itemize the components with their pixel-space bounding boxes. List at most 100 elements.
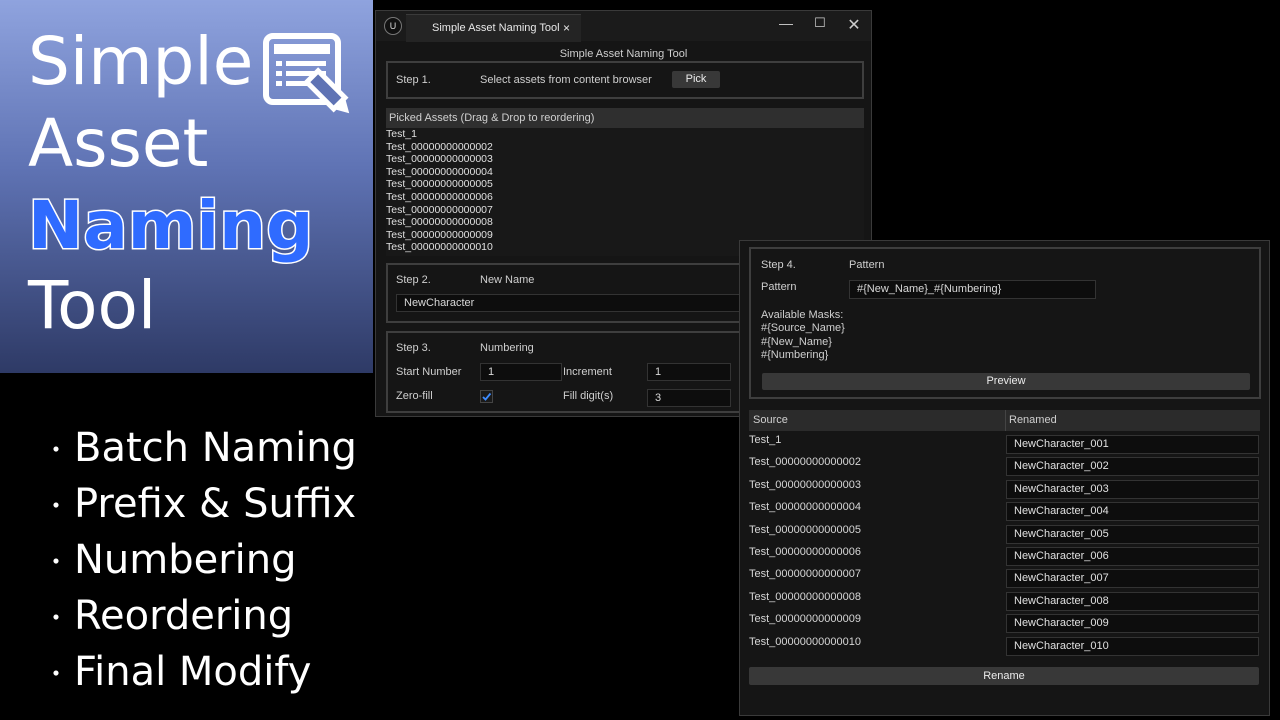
- masks-title: Available Masks:: [761, 309, 844, 321]
- picked-assets-header: Picked Assets (Drag & Drop to reordering…: [386, 108, 864, 128]
- tab-label: Simple Asset Naming Tool: [432, 22, 560, 34]
- bullet: ・: [44, 492, 68, 520]
- rename-button[interactable]: Rename: [749, 667, 1259, 685]
- feature-label: Final Modify: [74, 649, 312, 695]
- step1-label: Step 1.: [396, 74, 431, 86]
- step1-instruction: Select assets from content browser: [480, 74, 652, 86]
- step4-title: Pattern: [849, 259, 885, 271]
- pattern-label: Pattern: [761, 281, 797, 293]
- list-item[interactable]: Test_1: [386, 128, 864, 141]
- rename-table: Test_1 NewCharacter_001 Test_000000000000…: [749, 431, 1260, 657]
- step4-section: Step 4. Pattern Pattern #{New_Name}_#{Nu…: [749, 247, 1261, 399]
- feature-label: Reordering: [74, 593, 294, 639]
- table-row: Test_00000000000004 NewCharacter_004: [749, 498, 1260, 522]
- renamed-input[interactable]: NewCharacter_007: [1006, 569, 1259, 589]
- feature-list: ・ Batch Naming ・ Prefix & Suffix ・ Numberin…: [44, 422, 357, 702]
- promo-title-line-1: Simple: [28, 23, 254, 100]
- source-cell: Test_00000000000008: [749, 590, 861, 603]
- list-item[interactable]: Test_00000000000007: [386, 204, 864, 217]
- renamed-column-header[interactable]: Renamed: [1009, 414, 1057, 426]
- start-number-input[interactable]: 1: [480, 363, 562, 381]
- source-cell: Test_00000000000002: [749, 456, 861, 469]
- title-bar[interactable]: U Simple Asset Naming Tool × — ☐ ✕: [376, 11, 871, 42]
- table-row: Test_00000000000007 NewCharacter_007: [749, 565, 1260, 589]
- feature-item: ・ Final Modify: [44, 646, 357, 702]
- start-number-label: Start Number: [396, 366, 462, 378]
- renamed-input[interactable]: NewCharacter_009: [1006, 614, 1259, 634]
- source-cell: Test_00000000000010: [749, 635, 861, 648]
- promo-title-line-2: Asset: [28, 105, 209, 182]
- renamed-input[interactable]: NewCharacter_002: [1006, 457, 1259, 477]
- unreal-logo-icon: U: [384, 17, 402, 35]
- list-item[interactable]: Test_00000000000008: [386, 216, 864, 229]
- feature-item: ・ Reordering: [44, 590, 357, 646]
- feature-label: Batch Naming: [74, 425, 357, 471]
- step3-title: Numbering: [480, 342, 534, 354]
- close-icon[interactable]: ✕: [844, 15, 864, 35]
- bullet: ・: [44, 436, 68, 464]
- promo-title-line-4: Tool: [28, 267, 157, 344]
- renamed-input[interactable]: NewCharacter_010: [1006, 636, 1259, 656]
- checkmark-icon: [482, 392, 492, 401]
- step2-label: Step 2.: [396, 274, 431, 286]
- bullet: ・: [44, 660, 68, 688]
- minimize-icon[interactable]: —: [776, 15, 796, 31]
- picked-assets-list: Test_1 Test_00000000000002 Test_00000000…: [386, 128, 864, 256]
- renamed-input[interactable]: NewCharacter_005: [1006, 524, 1259, 544]
- step3-label: Step 3.: [396, 342, 431, 354]
- feature-item: ・ Numbering: [44, 534, 357, 590]
- renamed-input[interactable]: NewCharacter_001: [1006, 435, 1259, 454]
- table-row: Test_00000000000002 NewCharacter_002: [749, 453, 1260, 477]
- renamed-input[interactable]: NewCharacter_004: [1006, 502, 1259, 522]
- table-header: Source Renamed: [749, 410, 1260, 431]
- source-cell: Test_00000000000007: [749, 568, 861, 581]
- list-item[interactable]: Test_00000000000002: [386, 141, 864, 154]
- table-row: Test_00000000000009 NewCharacter_009: [749, 610, 1260, 634]
- renamed-input[interactable]: NewCharacter_006: [1006, 547, 1259, 566]
- source-cell: Test_00000000000006: [749, 546, 861, 558]
- increment-label: Increment: [563, 366, 612, 378]
- source-cell: Test_1: [749, 434, 782, 446]
- list-item[interactable]: Test_00000000000003: [386, 153, 864, 166]
- fill-digits-input[interactable]: 3: [647, 389, 731, 407]
- list-item[interactable]: Test_00000000000005: [386, 178, 864, 191]
- zero-fill-label: Zero-fill: [396, 390, 433, 402]
- renamed-input[interactable]: NewCharacter_008: [1006, 591, 1259, 611]
- pick-button[interactable]: Pick: [672, 71, 720, 88]
- table-row: Test_00000000000008 NewCharacter_008: [749, 588, 1260, 611]
- step2-title: New Name: [480, 274, 535, 286]
- list-item[interactable]: Test_00000000000004: [386, 166, 864, 179]
- table-row: Test_00000000000005 NewCharacter_005: [749, 521, 1260, 544]
- column-divider[interactable]: [1005, 410, 1006, 431]
- table-row: Test_00000000000003 NewCharacter_003: [749, 476, 1260, 499]
- pattern-input[interactable]: #{New_Name}_#{Numbering}: [849, 280, 1096, 299]
- feature-label: Numbering: [74, 537, 297, 583]
- bullet: ・: [44, 548, 68, 576]
- promo-panel: Simple Asset Naming Tool: [0, 0, 373, 373]
- feature-label: Prefix & Suffix: [74, 481, 357, 527]
- source-cell: Test_00000000000003: [749, 478, 861, 491]
- tool-header-title: Simple Asset Naming Tool: [559, 48, 688, 60]
- tab-simple-asset-naming-tool[interactable]: Simple Asset Naming Tool ×: [406, 14, 581, 42]
- maximize-icon[interactable]: ☐: [810, 15, 830, 31]
- list-item[interactable]: Test_00000000000006: [386, 191, 864, 204]
- document-edit-icon: [263, 33, 350, 114]
- step1-section: Step 1. Select assets from content brows…: [386, 61, 864, 99]
- increment-input[interactable]: 1: [647, 363, 731, 381]
- source-cell: Test_00000000000004: [749, 501, 861, 514]
- tab-close-icon[interactable]: ×: [563, 15, 570, 42]
- promo-title-line-3: Naming: [26, 186, 314, 266]
- table-row: Test_00000000000006 NewCharacter_006: [749, 543, 1260, 566]
- step4-label: Step 4.: [761, 259, 796, 271]
- fill-digits-label: Fill digit(s): [563, 390, 614, 402]
- table-row: Test_1 NewCharacter_001: [749, 431, 1260, 454]
- renamed-input[interactable]: NewCharacter_003: [1006, 479, 1259, 499]
- feature-item: ・ Prefix & Suffix: [44, 478, 357, 534]
- feature-item: ・ Batch Naming: [44, 422, 357, 478]
- mask-item: #{New_Name}: [761, 336, 832, 348]
- source-cell: Test_00000000000005: [749, 523, 861, 536]
- source-column-header[interactable]: Source: [753, 414, 788, 426]
- pattern-preview-window: Step 4. Pattern Pattern #{New_Name}_#{Nu…: [739, 240, 1270, 716]
- preview-button[interactable]: Preview: [762, 373, 1250, 390]
- zero-fill-checkbox[interactable]: [480, 390, 493, 403]
